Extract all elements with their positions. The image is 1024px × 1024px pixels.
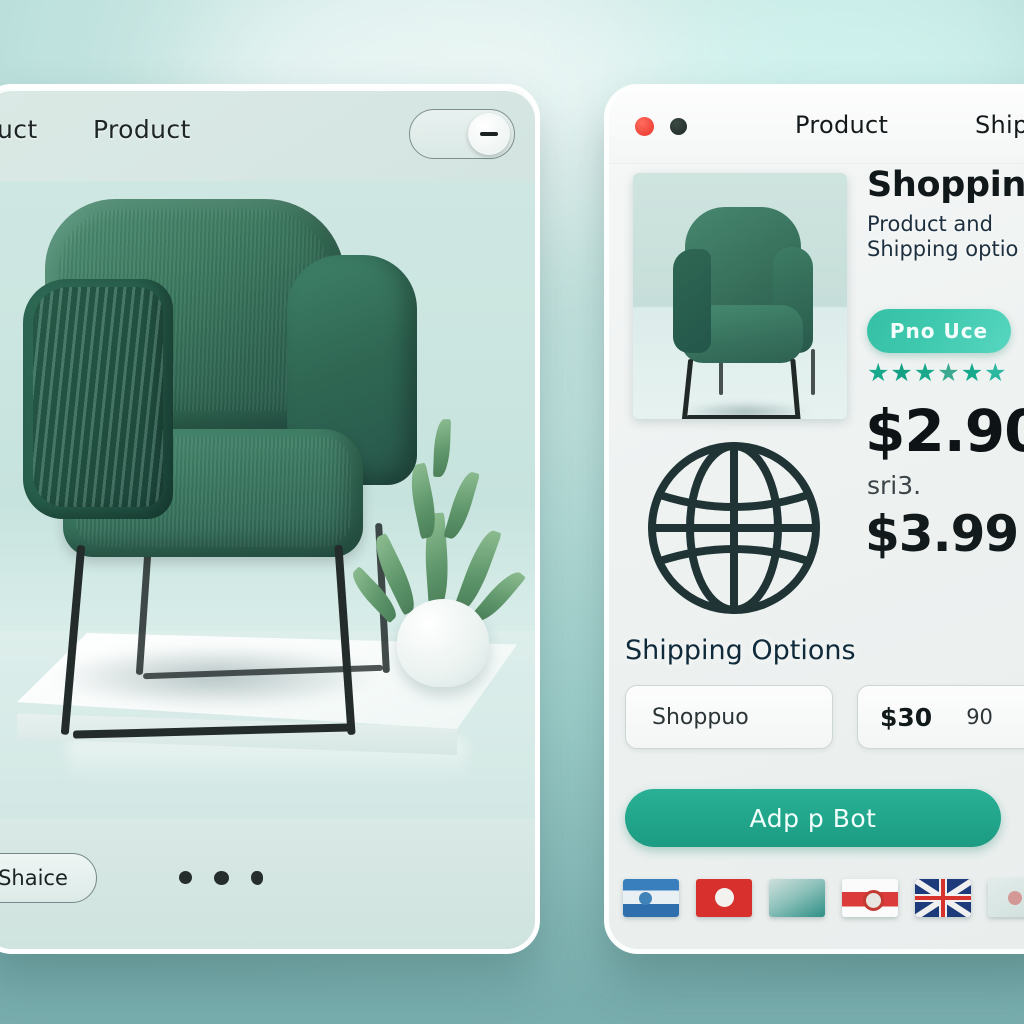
tab-product[interactable]: Product — [795, 111, 888, 139]
tab-product[interactable]: Product — [93, 115, 191, 144]
flag-teal-icon[interactable] — [769, 879, 825, 917]
heading-block: Shopping Product and Shipping optio — [867, 167, 1024, 263]
main-price: $2.90 — [865, 397, 1024, 465]
shipping-price-input[interactable]: $30 90 — [857, 685, 1024, 749]
shipping-price-value: $30 — [880, 702, 933, 732]
star-icon: ★ — [984, 359, 1007, 387]
carousel-dot[interactable] — [179, 871, 192, 884]
star-icon: ★ — [937, 359, 960, 387]
tab-shipping[interactable]: Ship — [975, 111, 1024, 139]
carousel-indicator[interactable] — [179, 871, 263, 885]
alternate-price: $3.99 — [865, 505, 1019, 563]
star-rating[interactable]: ★ ★ ★ ★ ★ ★ — [867, 361, 1007, 386]
thumb-leg-crossbar — [687, 415, 799, 419]
close-icon[interactable] — [635, 117, 654, 136]
minimize-toggle[interactable] — [409, 109, 515, 159]
chair-arm-left — [23, 279, 173, 519]
shipping-method-input[interactable]: Shoppuo — [625, 685, 833, 749]
shipping-qty-value: 90 — [966, 705, 993, 729]
flag-poland-icon[interactable] — [842, 879, 898, 917]
thumb-leg-back-right — [811, 349, 815, 395]
product-thumbnail[interactable] — [633, 173, 847, 419]
toggle-knob-icon — [468, 113, 510, 155]
window-controls — [635, 117, 687, 136]
plant-leaf — [433, 418, 452, 478]
share-button[interactable]: Shaice — [0, 853, 97, 903]
armchair-product — [23, 193, 423, 753]
star-icon: ★ — [913, 359, 937, 387]
flag-argentina-icon[interactable] — [623, 879, 679, 917]
shipping-method-value: Shoppuo — [652, 704, 749, 730]
flag-partial-icon[interactable] — [988, 879, 1024, 917]
shipping-price-label: sri3. — [867, 471, 922, 500]
tab-product-partial[interactable]: oduct — [0, 115, 38, 144]
minimize-icon[interactable] — [670, 118, 687, 135]
shipping-options-title: Shipping Options — [625, 635, 856, 666]
globe-icon — [627, 433, 841, 623]
panel-body: Shopping Product and Shipping optio Pno … — [609, 163, 1024, 949]
thumb-chair-arm-left — [673, 249, 711, 353]
window-titlebar: Product Ship — [609, 89, 1024, 164]
add-to-cart-button[interactable]: Adp p Bot — [625, 789, 1001, 847]
flag-japan-icon[interactable] — [696, 879, 752, 917]
potted-plant — [346, 367, 527, 687]
page-title: Shopping — [867, 165, 1024, 205]
left-product-panel: oduct Product — [0, 84, 540, 954]
country-flag-list — [623, 879, 1024, 917]
left-panel-topbar: oduct Product — [0, 89, 535, 181]
plant-leaf — [443, 469, 480, 542]
price-badge-button[interactable]: Pno Uce — [867, 309, 1011, 353]
chair-shadow — [49, 645, 379, 709]
product-hero-image — [0, 181, 535, 881]
carousel-dot[interactable] — [251, 871, 263, 885]
plant-pot — [397, 599, 489, 687]
flag-united-kingdom-icon[interactable] — [915, 879, 971, 917]
right-shopping-panel: Product Ship Shopping Product and Shippi… — [604, 84, 1024, 954]
star-icon: ★ — [890, 359, 913, 387]
star-icon: ★ — [960, 359, 984, 387]
page-subtitle: Product and Shipping optio — [867, 211, 1019, 262]
left-panel-bottom-bar: Shaice — [0, 819, 535, 949]
carousel-dot[interactable] — [214, 871, 229, 885]
chair-leg-crossbar — [72, 723, 352, 739]
star-icon: ★ — [867, 359, 890, 387]
